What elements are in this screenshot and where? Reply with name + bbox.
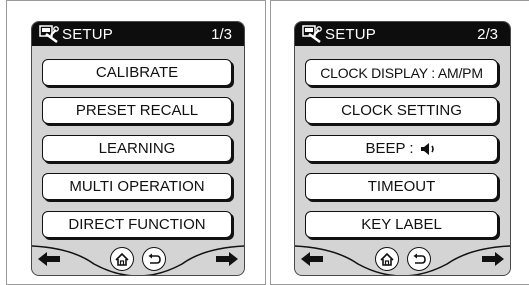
home-icon bbox=[380, 252, 394, 266]
setup-tools-icon bbox=[39, 25, 59, 43]
direct-function-button[interactable]: DIRECT FUNCTION bbox=[42, 211, 232, 238]
setup-panel-1: SETUP 1/3 CALIBRATE PRESET RECALL LEARNI… bbox=[6, 0, 266, 285]
bottom-nav-bar bbox=[32, 245, 244, 275]
title-bar: SETUP 1/3 bbox=[32, 22, 244, 46]
timeout-button[interactable]: TIMEOUT bbox=[305, 173, 498, 200]
clock-setting-button[interactable]: CLOCK SETTING bbox=[305, 97, 498, 124]
remote-screen: SETUP 1/3 CALIBRATE PRESET RECALL LEARNI… bbox=[31, 21, 245, 276]
remote-screen: SETUP 2/3 CLOCK DISPLAY : AM/PM CLOCK SE… bbox=[294, 21, 511, 276]
nav-curve bbox=[32, 245, 244, 275]
home-icon bbox=[115, 252, 129, 266]
beep-button[interactable]: BEEP : bbox=[305, 135, 498, 162]
left-arrow-icon[interactable] bbox=[301, 252, 323, 266]
beep-label: BEEP : bbox=[365, 140, 414, 157]
back-icon bbox=[413, 253, 426, 264]
preset-recall-button[interactable]: PRESET RECALL bbox=[42, 97, 232, 124]
home-button[interactable] bbox=[110, 247, 134, 271]
right-arrow-icon[interactable] bbox=[216, 252, 238, 266]
nav-curve bbox=[295, 245, 510, 275]
page-indicator: 2/3 bbox=[477, 25, 498, 43]
page-indicator: 1/3 bbox=[211, 25, 232, 43]
setup-panel-2: SETUP 2/3 CLOCK DISPLAY : AM/PM CLOCK SE… bbox=[270, 0, 529, 285]
key-label-button[interactable]: KEY LABEL bbox=[305, 211, 498, 238]
back-button[interactable] bbox=[142, 247, 166, 271]
back-icon bbox=[148, 253, 161, 264]
multi-operation-button[interactable]: MULTI OPERATION bbox=[42, 173, 232, 200]
screen-title: SETUP bbox=[62, 25, 114, 43]
screen-title: SETUP bbox=[325, 25, 377, 43]
left-arrow-icon[interactable] bbox=[38, 252, 60, 266]
speaker-icon bbox=[420, 142, 434, 155]
calibrate-button[interactable]: CALIBRATE bbox=[42, 59, 232, 86]
bottom-nav-bar bbox=[295, 245, 510, 275]
clock-display-button[interactable]: CLOCK DISPLAY : AM/PM bbox=[305, 59, 498, 86]
right-arrow-icon[interactable] bbox=[482, 252, 504, 266]
setup-tools-icon bbox=[302, 25, 322, 43]
back-button[interactable] bbox=[407, 247, 431, 271]
title-bar: SETUP 2/3 bbox=[295, 22, 510, 46]
learning-button[interactable]: LEARNING bbox=[42, 135, 232, 162]
home-button[interactable] bbox=[375, 247, 399, 271]
